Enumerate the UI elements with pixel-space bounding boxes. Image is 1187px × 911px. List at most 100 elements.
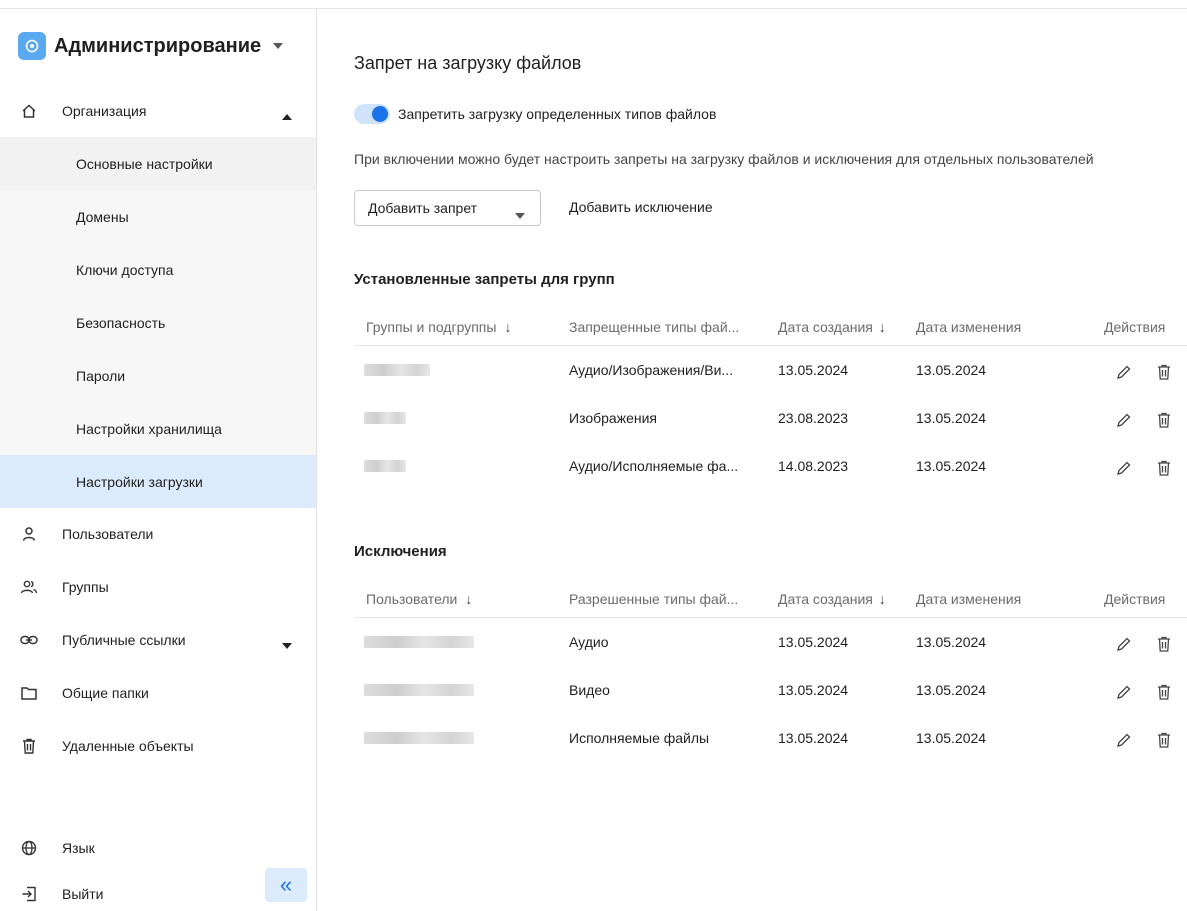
sidebar-item-label: Группы (62, 579, 109, 595)
edit-pencil-icon[interactable] (1114, 682, 1134, 702)
sidebar-item-users[interactable]: Пользователи (0, 508, 316, 560)
add-ban-button[interactable]: Добавить запрет (354, 190, 541, 226)
edit-pencil-icon[interactable] (1114, 634, 1134, 654)
cell-types: Аудио/Исполняемые фа... (569, 458, 739, 474)
sidebar-subitem-storage-settings[interactable]: Настройки хранилища (0, 402, 316, 455)
delete-trash-icon[interactable] (1154, 682, 1174, 702)
cell-types: Исполняемые файлы (569, 730, 710, 746)
table-row: Видео 13.05.2024 13.05.2024 (354, 666, 1187, 714)
column-header-created[interactable]: Дата создания ↓ (778, 319, 886, 335)
sort-arrow-icon: ↓ (878, 591, 886, 607)
main-content: Запрет на загрузку файлов Запретить загр… (354, 0, 1187, 911)
sidebar-subitem-label: Безопасность (76, 314, 166, 331)
sidebar-subitem-passwords[interactable]: Пароли (0, 349, 316, 402)
sidebar-subitem-domains[interactable]: Домены (0, 190, 316, 243)
column-header-modified[interactable]: Дата изменения (916, 319, 1021, 335)
double-chevron-left-icon: « (279, 872, 293, 897)
sidebar-subitem-upload-settings[interactable]: Настройки загрузки (0, 455, 316, 508)
table-row: Изображения 23.08.2023 13.05.2024 (354, 394, 1187, 442)
cell-modified: 13.05.2024 (916, 634, 987, 650)
column-header-actions: Действия (1104, 319, 1166, 335)
column-header-allowed-types[interactable]: Разрешенные типы фай... (569, 591, 738, 607)
hint-text: При включении можно будет настроить запр… (354, 151, 1094, 167)
delete-trash-icon[interactable] (1154, 634, 1174, 654)
cell-created: 23.08.2023 (778, 410, 849, 426)
add-ban-label: Добавить запрет (368, 200, 478, 216)
sidebar-subitem-label: Пароли (76, 367, 126, 384)
sidebar-item-label: Публичные ссылки (62, 632, 186, 648)
column-header-actions: Действия (1104, 591, 1166, 607)
sidebar-item-deleted-objects[interactable]: Удаленные объекты (0, 720, 316, 772)
sidebar-item-label: Пользователи (62, 526, 154, 542)
ban-toggle-switch[interactable] (354, 104, 390, 124)
sidebar-subitem-general-settings[interactable]: Основные настройки (0, 137, 316, 190)
app-logo-icon (18, 32, 46, 60)
table-header: Группы и подгруппы ↓ Запрещенные типы фай… (354, 308, 1187, 346)
sidebar-subitem-access-keys[interactable]: Ключи доступа (0, 243, 316, 296)
ban-toggle-row: Запретить загрузку определенных типов фа… (354, 104, 716, 124)
cell-created: 13.05.2024 (778, 634, 849, 650)
trash-icon (20, 737, 38, 755)
cell-created: 13.05.2024 (778, 730, 849, 746)
edit-pencil-icon[interactable] (1114, 362, 1134, 382)
sidebar-item-public-links[interactable]: Публичные ссылки (0, 614, 316, 666)
edit-pencil-icon[interactable] (1114, 410, 1134, 430)
redacted-group-name (364, 412, 406, 424)
sidebar-item-label: Общие папки (62, 685, 149, 701)
edit-pencil-icon[interactable] (1114, 458, 1134, 478)
table-row: Аудио/Исполняемые фа... 14.08.2023 13.05… (354, 442, 1187, 490)
column-header-label: Пользователи (366, 591, 458, 607)
sidebar-item-groups[interactable]: Группы (0, 561, 316, 613)
chevron-down-icon[interactable] (273, 43, 284, 49)
column-header-groups[interactable]: Группы и подгруппы ↓ (366, 319, 511, 335)
edit-pencil-icon[interactable] (1114, 730, 1134, 750)
sidebar-subitem-security[interactable]: Безопасность (0, 296, 316, 349)
delete-trash-icon[interactable] (1154, 730, 1174, 750)
cell-modified: 13.05.2024 (916, 682, 987, 698)
sidebar-subitem-label: Основные настройки (76, 155, 213, 172)
table-header: Пользователи ↓ Разрешенные типы фай... Да… (354, 580, 1187, 618)
page-title: Запрет на загрузку файлов (354, 53, 582, 73)
cell-types: Изображения (569, 410, 657, 426)
app-title: Администрирование (54, 34, 262, 57)
column-header-users[interactable]: Пользователи ↓ (366, 591, 472, 607)
sort-arrow-icon: ↓ (878, 319, 886, 335)
app-switcher[interactable]: Администрирование (18, 31, 284, 61)
sidebar-item-language[interactable]: Язык (0, 822, 316, 874)
cell-modified: 13.05.2024 (916, 410, 987, 426)
delete-trash-icon[interactable] (1154, 410, 1174, 430)
sidebar-subitem-label: Настройки загрузки (76, 473, 203, 490)
exceptions-table: Пользователи ↓ Разрешенные типы фай... Да… (354, 580, 1187, 762)
column-header-modified[interactable]: Дата изменения (916, 591, 1021, 607)
column-header-types[interactable]: Запрещенные типы фай... (569, 319, 739, 335)
cell-created: 14.08.2023 (778, 458, 849, 474)
collapse-sidebar-button[interactable]: « (265, 868, 307, 902)
cell-modified: 13.05.2024 (916, 730, 987, 746)
logout-icon (20, 885, 38, 903)
exceptions-section-title: Исключения (354, 543, 447, 560)
sidebar-subitem-label: Домены (76, 208, 129, 225)
folder-icon (20, 684, 38, 702)
sidebar-item-shared-folders[interactable]: Общие папки (0, 667, 316, 719)
column-header-created[interactable]: Дата создания ↓ (778, 591, 886, 607)
delete-trash-icon[interactable] (1154, 362, 1174, 382)
table-row: Исполняемые файлы 13.05.2024 13.05.2024 (354, 714, 1187, 762)
sidebar-item-label: Выйти (62, 886, 104, 902)
cell-types: Аудио/Изображения/Ви... (569, 362, 734, 378)
column-header-label: Группы и подгруппы (366, 319, 497, 335)
delete-trash-icon[interactable] (1154, 458, 1174, 478)
chevron-down-icon[interactable] (282, 636, 292, 652)
sidebar-item-organization[interactable]: Организация (0, 85, 316, 137)
redacted-user-name (364, 684, 474, 696)
cell-modified: 13.05.2024 (916, 362, 987, 378)
chevron-down-icon (515, 206, 525, 222)
groups-table: Группы и подгруппы ↓ Запрещенные типы фай… (354, 308, 1187, 490)
toggle-label: Запретить загрузку определенных типов фа… (398, 106, 717, 122)
table-row: Аудио 13.05.2024 13.05.2024 (354, 618, 1187, 666)
globe-icon (20, 839, 38, 857)
user-icon (20, 525, 38, 543)
sidebar-item-label: Организация (62, 103, 147, 119)
chevron-up-icon[interactable] (282, 107, 292, 123)
add-exception-button[interactable]: Добавить исключение (569, 199, 713, 215)
cell-created: 13.05.2024 (778, 682, 849, 698)
